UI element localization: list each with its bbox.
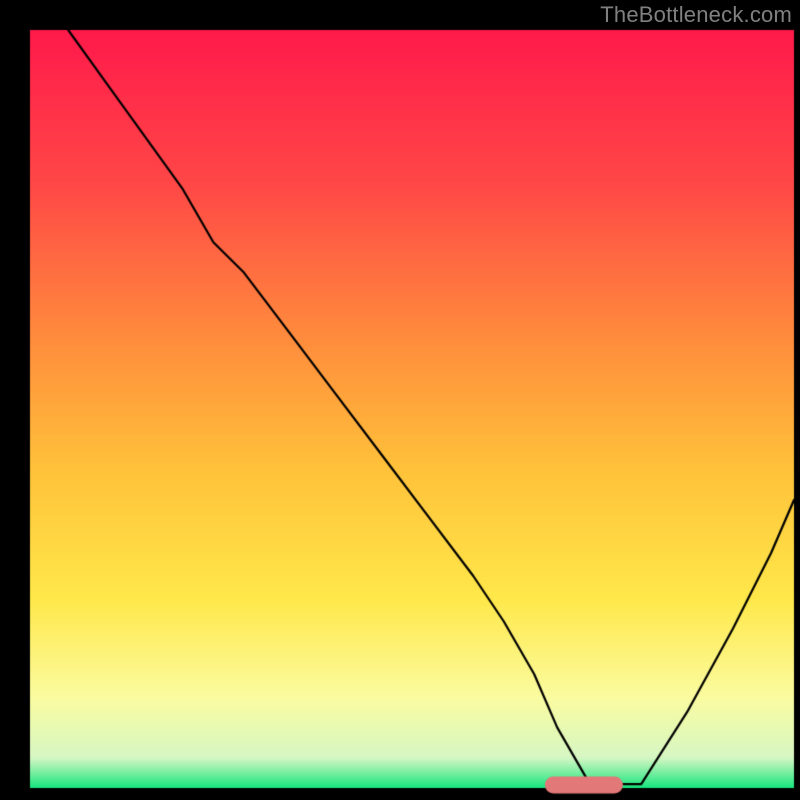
chart-container: TheBottleneck.com bbox=[0, 0, 800, 800]
bottleneck-plot bbox=[0, 0, 800, 800]
